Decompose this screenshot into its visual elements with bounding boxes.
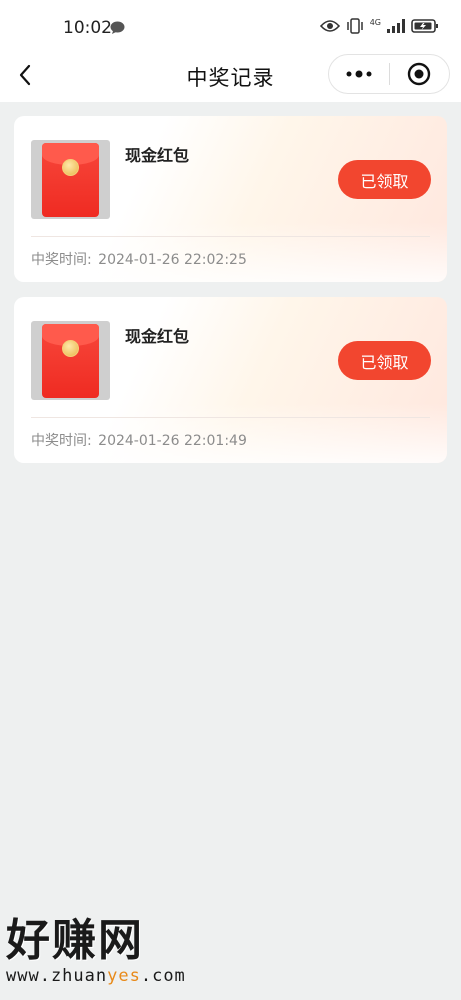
prize-image (31, 321, 110, 400)
claimed-button[interactable]: 已领取 (338, 341, 431, 380)
status-time: 10:02 (63, 18, 112, 38)
red-envelope-icon (42, 324, 99, 398)
prize-record-card: 现金红包 已领取 中奖时间: 2024-01-26 22:02:25 (14, 116, 447, 282)
prize-time: 中奖时间: 2024-01-26 22:01:49 (31, 430, 247, 450)
top-bar: 10:02 4G 中奖记录 (0, 0, 461, 102)
status-icons: 4G (319, 17, 439, 34)
network-type-label: 4G (369, 17, 381, 27)
divider (31, 417, 430, 418)
prize-record-card: 现金红包 已领取 中奖时间: 2024-01-26 22:01:49 (14, 297, 447, 463)
watermark-url: www.zhuanyes.com (6, 966, 186, 986)
mini-program-capsule (328, 54, 450, 94)
vibrate-icon (346, 18, 363, 34)
close-button[interactable] (389, 55, 449, 93)
message-icon (110, 21, 125, 34)
claimed-button[interactable]: 已领取 (338, 160, 431, 199)
prize-image (31, 140, 110, 219)
prize-time-label: 中奖时间: (31, 252, 92, 268)
watermark-title: 好赚网 (6, 915, 144, 966)
navigation-bar: 中奖记录 (0, 50, 461, 102)
prize-time-value: 2024-01-26 22:02:25 (98, 252, 247, 268)
eye-icon (319, 20, 340, 32)
more-icon (346, 70, 372, 78)
prize-name: 现金红包 (125, 327, 190, 346)
prize-record-list: 现金红包 已领取 中奖时间: 2024-01-26 22:02:25 现金红包 … (14, 116, 447, 478)
battery-icon (411, 19, 438, 33)
prize-time-value: 2024-01-26 22:01:49 (98, 433, 247, 449)
more-button[interactable] (329, 55, 389, 93)
red-envelope-icon (42, 143, 99, 217)
prize-time: 中奖时间: 2024-01-26 22:02:25 (31, 249, 247, 269)
divider (31, 236, 430, 237)
signal-4g-icon (387, 19, 405, 33)
watermark-logo: 好赚网 www.zhuanyes.com (6, 916, 206, 996)
prize-name: 现金红包 (125, 146, 190, 165)
target-close-icon (408, 62, 431, 86)
prize-time-label: 中奖时间: (31, 433, 92, 449)
status-bar: 10:02 4G (0, 0, 461, 50)
